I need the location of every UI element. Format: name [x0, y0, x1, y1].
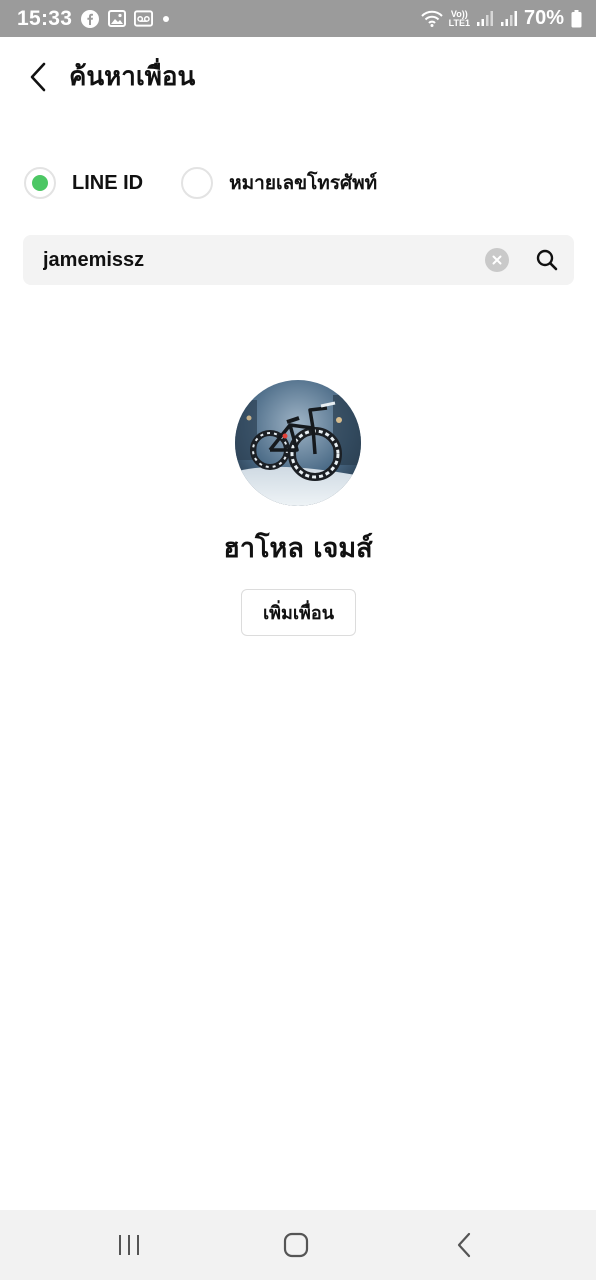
search-type-group: LINE ID หมายเลขโทรศัพท์ [24, 166, 377, 200]
recent-apps-icon [119, 1235, 139, 1255]
back-nav-button[interactable] [444, 1228, 484, 1262]
radio-button-selected[interactable] [24, 167, 56, 199]
header: ค้นหาเพื่อน [0, 37, 596, 119]
radio-line-id[interactable]: LINE ID [24, 167, 143, 199]
lte-label: LTE1 [448, 17, 470, 28]
battery-icon [570, 9, 582, 28]
status-left: 15:33 [17, 0, 170, 37]
battery-percent: 70% [523, 7, 564, 29]
result-name: ฮาโหล เจมส์ [223, 533, 373, 564]
page-title: ค้นหาเพื่อน [69, 62, 196, 92]
back-button[interactable] [22, 59, 54, 95]
facebook-icon [80, 9, 99, 28]
home-button[interactable] [276, 1228, 316, 1262]
clear-icon [492, 255, 502, 265]
add-friend-button[interactable]: เพิ่มเพื่อน [241, 589, 356, 636]
radio-button-unselected[interactable] [181, 167, 214, 199]
network-indicator: Vo)) LTE1 [448, 9, 470, 28]
back-icon [457, 1232, 471, 1258]
status-time: 15:33 [17, 6, 73, 30]
signal-icon-2 [500, 9, 518, 28]
search-icon [536, 249, 558, 271]
search-button[interactable] [533, 246, 561, 274]
status-right: Vo)) LTE1 70% [420, 0, 582, 37]
notification-dot-icon [163, 15, 170, 22]
chevron-left-icon [30, 62, 46, 92]
recent-apps-button[interactable] [109, 1228, 149, 1262]
wifi-icon [420, 9, 443, 28]
navigation-bar [0, 1210, 596, 1280]
radio-phone-number[interactable]: หมายเลขโทรศัพท์ [181, 167, 377, 199]
radio-line-id-label[interactable]: LINE ID [72, 172, 143, 195]
voicemail-icon [134, 9, 154, 28]
avatar[interactable] [235, 380, 361, 506]
signal-icon [476, 9, 494, 28]
radio-phone-number-label[interactable]: หมายเลขโทรศัพท์ [229, 168, 377, 198]
search-bar [23, 235, 574, 285]
gallery-icon [107, 9, 126, 28]
radio-selected-dot [32, 175, 48, 191]
home-icon [283, 1232, 309, 1258]
clear-button[interactable] [485, 248, 509, 272]
search-input[interactable] [43, 235, 473, 285]
status-bar: 15:33 Vo)) LTE1 70% [0, 0, 596, 37]
